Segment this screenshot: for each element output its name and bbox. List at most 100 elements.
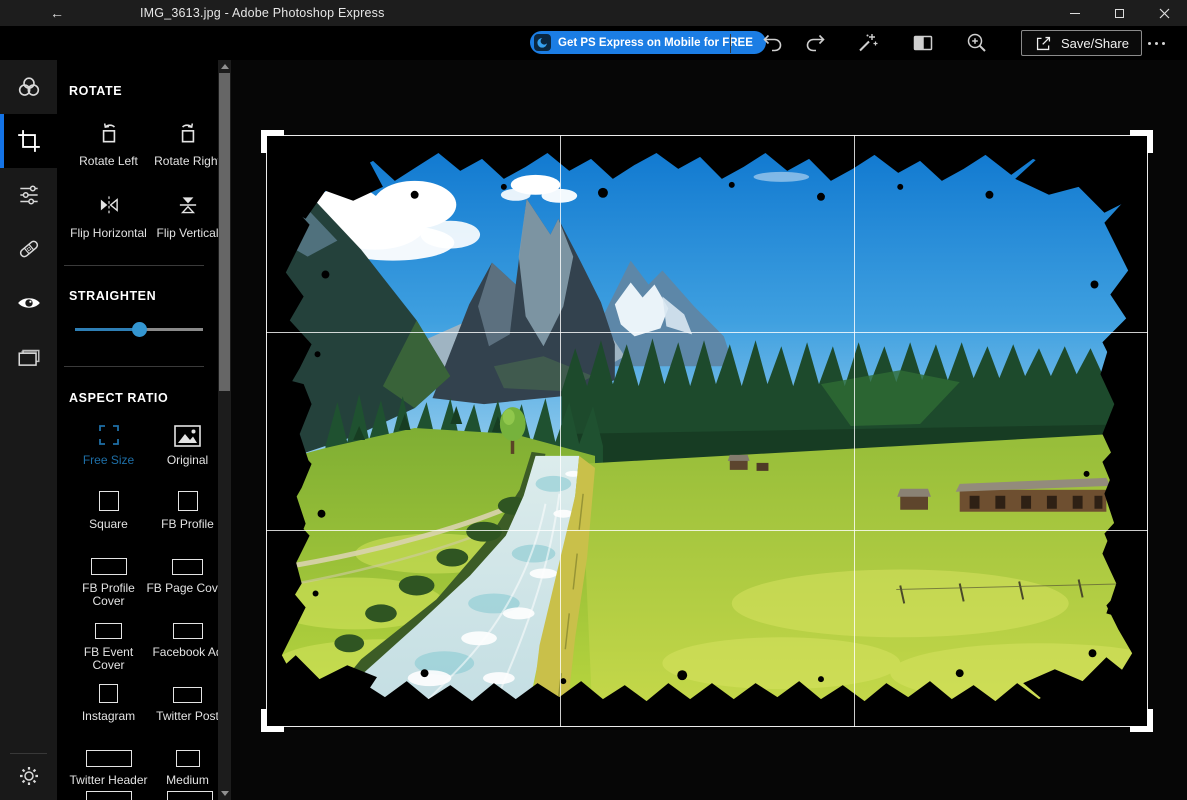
square-ratio-icon: [99, 491, 119, 511]
slider-track-filled[interactable]: [75, 328, 139, 331]
minimize-icon: [1070, 13, 1080, 14]
compare-icon: [911, 31, 935, 55]
magic-wand-icon: [855, 31, 879, 55]
instagram-ratio-icon: [99, 684, 118, 703]
redo-button[interactable]: [798, 27, 832, 59]
scrollbar-thumb[interactable]: [219, 73, 230, 391]
undo-button[interactable]: [756, 27, 790, 59]
editor-canvas: [231, 60, 1187, 800]
more-dots-icon: [1148, 42, 1151, 45]
crop-icon: [16, 128, 42, 154]
window-title: IMG_3613.jpg - Adobe Photoshop Express: [140, 6, 385, 20]
photo-alpine-valley: [266, 135, 1148, 727]
zoom-in-icon: [965, 31, 989, 55]
scroll-up-button[interactable]: [218, 60, 231, 73]
tool-crop[interactable]: [0, 114, 57, 168]
twitter-header-ratio-icon: [86, 750, 132, 767]
aspect-fb-profile-cover[interactable]: FB Profile Cover: [69, 547, 148, 611]
looks-filters-icon: [16, 74, 42, 100]
aspect-fb-page-cover[interactable]: FB Page Cover: [148, 547, 227, 611]
rotate-left-button[interactable]: Rotate Left: [69, 120, 148, 168]
twitter-post-ratio-icon: [173, 687, 202, 703]
aspect-original[interactable]: Original: [148, 419, 227, 483]
settings-button[interactable]: [0, 754, 57, 798]
corrections-sliders-icon: [16, 182, 42, 208]
aspect-ratio-section-title: ASPECT RATIO: [69, 391, 203, 405]
tool-healing[interactable]: [0, 222, 57, 276]
straighten-slider[interactable]: [75, 321, 203, 337]
aspect-facebook-ad[interactable]: Facebook Ad: [148, 611, 227, 675]
facebook-ad-ratio-icon: [173, 623, 203, 639]
scroll-up-icon: [221, 64, 229, 69]
toolbar-divider: [730, 34, 731, 53]
flip-vertical-button[interactable]: Flip Vertical: [148, 192, 227, 240]
crop-handle-top-right[interactable]: [1130, 130, 1153, 153]
tool-borders[interactable]: [0, 330, 57, 384]
panel-scrollbar[interactable]: [218, 60, 231, 800]
auto-enhance-button[interactable]: [850, 27, 884, 59]
titlebar: ← IMG_3613.jpg - Adobe Photoshop Express: [0, 0, 1187, 26]
aspect-item-partial[interactable]: [167, 791, 213, 800]
before-after-compare-button[interactable]: [906, 27, 940, 59]
scroll-down-icon: [221, 791, 229, 796]
redo-icon: [803, 31, 827, 55]
rotate-right-button[interactable]: Rotate Right: [148, 120, 227, 168]
aspect-instagram[interactable]: Instagram: [69, 675, 148, 739]
bandaid-heal-icon: [16, 236, 42, 262]
section-divider: [64, 265, 204, 266]
original-image-icon: [174, 425, 201, 447]
aspect-partial-row: [69, 791, 227, 800]
gear-icon: [17, 764, 41, 788]
crop-options-panel: ROTATE Rotate Left: [57, 60, 231, 800]
slider-thumb[interactable]: [132, 322, 147, 337]
aspect-free-size[interactable]: Free Size: [69, 419, 148, 483]
borders-frames-icon: [16, 344, 42, 370]
section-divider: [64, 366, 204, 367]
rotate-section-title: ROTATE: [69, 84, 203, 98]
scroll-down-button[interactable]: [218, 787, 231, 800]
crop-handle-bottom-left[interactable]: [261, 709, 284, 732]
close-icon: [1159, 8, 1170, 19]
back-arrow-icon: ←: [50, 5, 64, 21]
aspect-square[interactable]: Square: [69, 483, 148, 547]
close-button[interactable]: [1142, 0, 1187, 26]
fb-profile-ratio-icon: [178, 491, 198, 511]
fb-page-cover-ratio-icon: [172, 559, 203, 575]
minimize-button[interactable]: [1052, 0, 1097, 26]
aspect-twitter-post[interactable]: Twitter Post: [148, 675, 227, 739]
crop-stage[interactable]: [266, 135, 1148, 727]
tool-looks[interactable]: [0, 60, 57, 114]
toolbar: Get PS Express on Mobile for FREE: [0, 26, 1187, 60]
straighten-section-title: STRAIGHTEN: [69, 289, 203, 303]
crop-handle-top-left[interactable]: [261, 130, 284, 153]
share-icon: [1034, 34, 1053, 53]
maximize-icon: [1115, 9, 1124, 18]
flip-horizontal-icon: [96, 192, 122, 218]
aspect-item-partial[interactable]: [86, 791, 132, 800]
ps-express-app-icon: [534, 34, 551, 51]
fb-profile-cover-ratio-icon: [91, 558, 127, 575]
zoom-button[interactable]: [960, 27, 994, 59]
crop-handle-bottom-right[interactable]: [1130, 709, 1153, 732]
maximize-button[interactable]: [1097, 0, 1142, 26]
rotate-left-icon: [96, 120, 122, 146]
back-button[interactable]: ←: [40, 0, 74, 26]
save-share-button[interactable]: Save/Share: [1021, 30, 1142, 56]
more-options-button[interactable]: [1138, 32, 1174, 54]
red-eye-icon: [16, 290, 42, 316]
save-share-label: Save/Share: [1061, 36, 1129, 51]
aspect-fb-event-cover[interactable]: FB Event Cover: [69, 611, 148, 675]
fb-event-cover-ratio-icon: [95, 623, 122, 639]
tool-rail: [0, 60, 57, 800]
flip-vertical-icon: [175, 192, 201, 218]
slider-track-empty[interactable]: [139, 328, 203, 331]
medium-ratio-icon: [176, 750, 200, 767]
free-size-icon: [97, 423, 121, 447]
rotate-right-icon: [175, 120, 201, 146]
aspect-fb-profile[interactable]: FB Profile: [148, 483, 227, 547]
tool-redeye[interactable]: [0, 276, 57, 330]
promo-label: Get PS Express on Mobile for FREE: [558, 37, 753, 49]
tool-corrections[interactable]: [0, 168, 57, 222]
flip-horizontal-button[interactable]: Flip Horizontal: [69, 192, 148, 240]
undo-icon: [761, 31, 785, 55]
